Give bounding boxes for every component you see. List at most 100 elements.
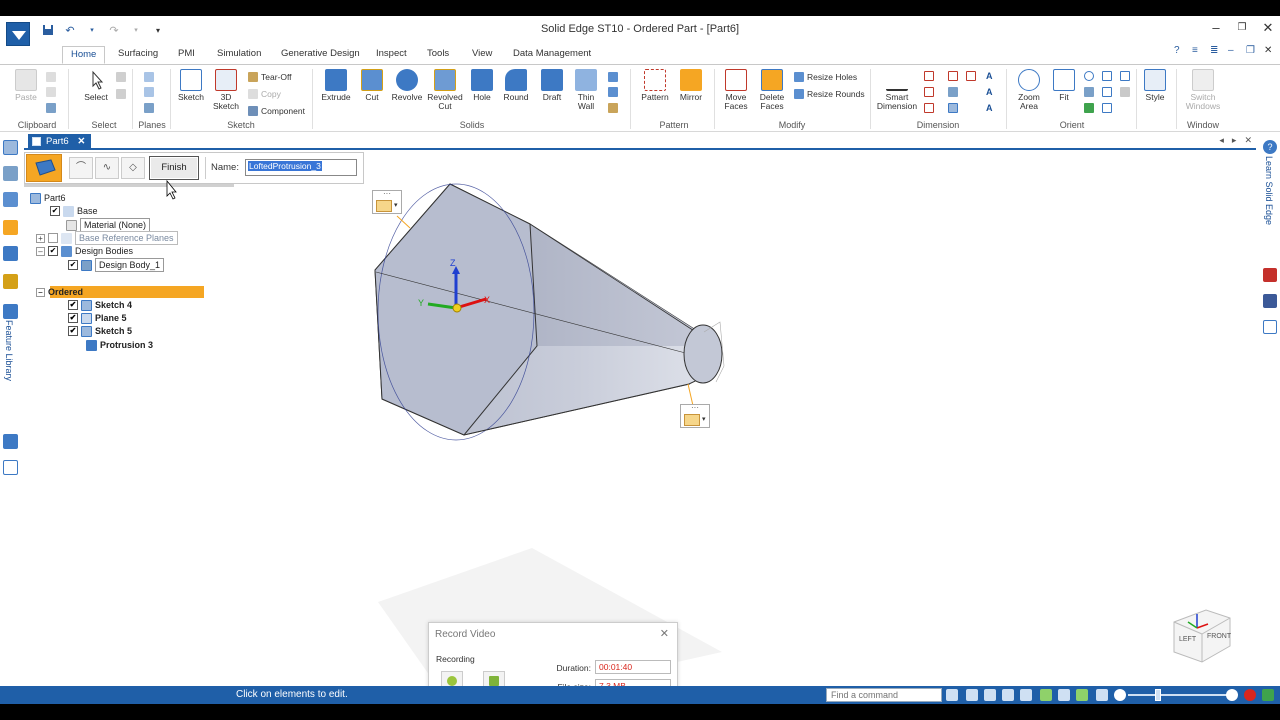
help-icon[interactable]: ? [1174, 46, 1184, 56]
collapse-icon[interactable]: – [36, 246, 45, 256]
loft-options-button[interactable] [26, 154, 62, 182]
scroll-tabs-left-icon[interactable]: ◂ [1219, 135, 1224, 146]
feature-library-label[interactable]: Feature Library [4, 320, 14, 381]
annotation-icon[interactable]: A [986, 87, 996, 97]
pattern-button[interactable]: Pattern [638, 69, 672, 102]
spin-status-icon[interactable] [1058, 689, 1070, 701]
tab-home[interactable]: Home [62, 46, 106, 64]
options-icon[interactable]: ≡ [1192, 46, 1202, 56]
tree-node-design-body-1[interactable]: ✔ Design Body_1 [68, 258, 165, 272]
smart-dimension-button[interactable]: Smart Dimension [876, 69, 918, 111]
view-cube[interactable]: LEFT FRONT [1173, 609, 1232, 663]
loft-icon[interactable] [608, 87, 618, 97]
thin-wall-button[interactable]: Thin Wall [572, 69, 600, 111]
tree-node-sketch-5[interactable]: ✔ Sketch 5 [68, 325, 132, 337]
format-painter-icon[interactable] [46, 103, 56, 113]
pan-status-icon[interactable] [1020, 689, 1032, 701]
view-status-icon[interactable] [1076, 689, 1088, 701]
youtube-icon[interactable] [1263, 268, 1277, 282]
guide-curve-step-button[interactable]: ∿ [95, 157, 119, 179]
plane-options-icon[interactable] [144, 103, 154, 113]
add-body-icon[interactable] [608, 103, 618, 113]
sensors-tab-icon[interactable] [3, 192, 18, 207]
relation-handles-icon[interactable] [948, 103, 958, 113]
view-cube-left-label[interactable]: LEFT [1179, 636, 1197, 643]
select-option-icon[interactable] [116, 89, 126, 99]
lofted-protrusion-body[interactable] [374, 183, 725, 441]
facebook-icon[interactable] [1263, 294, 1277, 308]
pathfinder-tab-icon[interactable] [3, 140, 18, 155]
settings-tab-icon[interactable] [3, 460, 18, 475]
layers-tab-icon[interactable] [3, 166, 18, 181]
rotate-icon[interactable] [1084, 103, 1094, 113]
upload-icon[interactable] [1262, 689, 1274, 701]
restore-icon[interactable]: ❐ [1236, 20, 1248, 36]
tree-node-ordered[interactable]: – Ordered [36, 286, 83, 298]
zoom-out-icon[interactable] [1114, 689, 1126, 701]
paste-button[interactable]: Paste [12, 69, 40, 102]
undo-dropdown-icon[interactable]: ▾ [84, 22, 100, 38]
pan-icon[interactable] [1084, 87, 1094, 97]
extent-step-button[interactable]: ◇ [121, 157, 145, 179]
cut-button[interactable]: Cut [358, 69, 386, 102]
restore-doc-icon[interactable]: ❐ [1246, 46, 1256, 56]
finish-button[interactable]: Finish [149, 156, 199, 180]
close-tab-icon[interactable]: ✕ [77, 136, 85, 147]
zoom-slider-track[interactable] [1128, 694, 1228, 696]
cross-section-handle-1[interactable]: ··· ▾ [372, 190, 402, 214]
document-tab-part6[interactable]: Part6 ✕ [28, 134, 92, 150]
chamfer-dim-icon[interactable] [966, 71, 976, 81]
symmetric-dim-icon[interactable] [948, 71, 958, 81]
minimize-icon[interactable]: – [1210, 20, 1222, 36]
text-profile-icon[interactable]: A [986, 71, 996, 81]
rotate-status-icon[interactable] [1040, 689, 1052, 701]
tear-off-button[interactable]: Tear-Off [248, 71, 292, 83]
close-icon[interactable]: ✕ [1262, 20, 1274, 36]
tree-node-part6[interactable]: Part6 [30, 192, 66, 204]
base-checkbox[interactable]: ✔ [50, 206, 60, 216]
zoom-slider-thumb[interactable] [1155, 689, 1161, 701]
zoom-in-icon[interactable] [1226, 689, 1238, 701]
style-button[interactable]: Style [1140, 69, 1170, 102]
tree-node-sketch-4[interactable]: ✔ Sketch 4 [68, 299, 132, 311]
design-bodies-checkbox[interactable]: ✔ [48, 246, 58, 256]
collapse-icon[interactable]: – [36, 287, 45, 297]
zoom-status-icon[interactable] [984, 689, 996, 701]
tab-tools[interactable]: Tools [419, 46, 457, 64]
copy-sketch-button[interactable]: Copy [248, 88, 281, 100]
view-cube-front-label[interactable]: FRONT [1207, 633, 1232, 640]
select-button[interactable]: Select [82, 69, 110, 102]
record-icon[interactable] [1244, 689, 1256, 701]
tree-node-plane-5[interactable]: ✔ Plane 5 [68, 312, 127, 324]
dim-axis-icon[interactable] [948, 87, 958, 97]
coincident-plane-icon[interactable] [144, 72, 154, 82]
named-views-icon[interactable] [1120, 71, 1130, 81]
tree-node-protrusion-3[interactable]: Protrusion 3 [86, 339, 153, 351]
revolve-button[interactable]: Revolve [390, 69, 424, 102]
extrude-button[interactable]: Extrude [318, 69, 354, 102]
close-document-icon[interactable]: ✕ [1244, 135, 1252, 146]
redo-dropdown-icon[interactable]: ▾ [128, 22, 144, 38]
layout-icon[interactable]: ≣ [1210, 46, 1220, 56]
design-body-checkbox[interactable]: ✔ [68, 260, 78, 270]
cross-section-handle-2[interactable]: ··· ▾ [680, 404, 710, 428]
copy-icon[interactable] [46, 87, 56, 97]
command-finder-go-icon[interactable] [946, 689, 958, 701]
feature-name-input[interactable]: LoftedProtrusion_3 [245, 159, 357, 176]
minimize-ribbon-icon[interactable]: – [1228, 46, 1238, 56]
3d-sketch-button[interactable]: 3D Sketch [212, 69, 240, 111]
fit-status-icon[interactable] [1002, 689, 1014, 701]
cut-icon[interactable] [46, 72, 56, 82]
hole-button[interactable]: Hole [468, 69, 496, 102]
previous-view-icon[interactable] [1120, 87, 1130, 97]
save-icon[interactable] [40, 22, 56, 38]
expand-icon[interactable]: + [36, 233, 45, 243]
distance-between-icon[interactable] [924, 71, 934, 81]
undo-icon[interactable]: ↶ [62, 22, 78, 38]
tree-node-design-bodies[interactable]: – ✔ Design Bodies [36, 245, 133, 257]
sketch4-checkbox[interactable]: ✔ [68, 300, 78, 310]
application-button[interactable] [6, 22, 30, 46]
learn-solid-edge-label[interactable]: Learn Solid Edge [1264, 156, 1274, 225]
angle-between-icon[interactable] [924, 87, 934, 97]
tab-view[interactable]: View [464, 46, 500, 64]
